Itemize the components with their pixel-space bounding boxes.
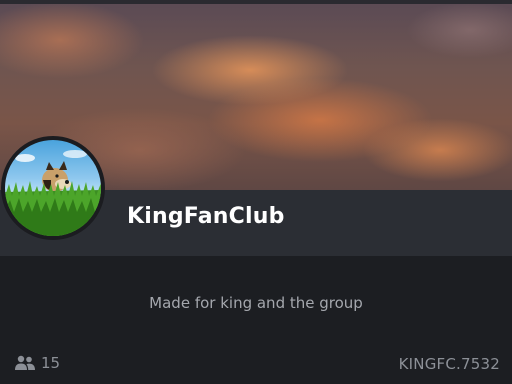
dog-in-grass-avatar-icon — [5, 150, 101, 236]
group-avatar[interactable] — [1, 136, 105, 240]
group-card[interactable]: KingFanClub Made for king and the group … — [0, 0, 512, 384]
member-count: 15 — [14, 354, 60, 372]
group-description: Made for king and the group — [149, 294, 363, 312]
group-name: KingFanClub — [127, 204, 285, 229]
group-code: KINGFC.7532 — [398, 355, 500, 373]
member-count-value: 15 — [41, 354, 61, 372]
group-footer: 15 KINGFC.7532 — [0, 346, 512, 384]
members-icon — [15, 355, 35, 370]
